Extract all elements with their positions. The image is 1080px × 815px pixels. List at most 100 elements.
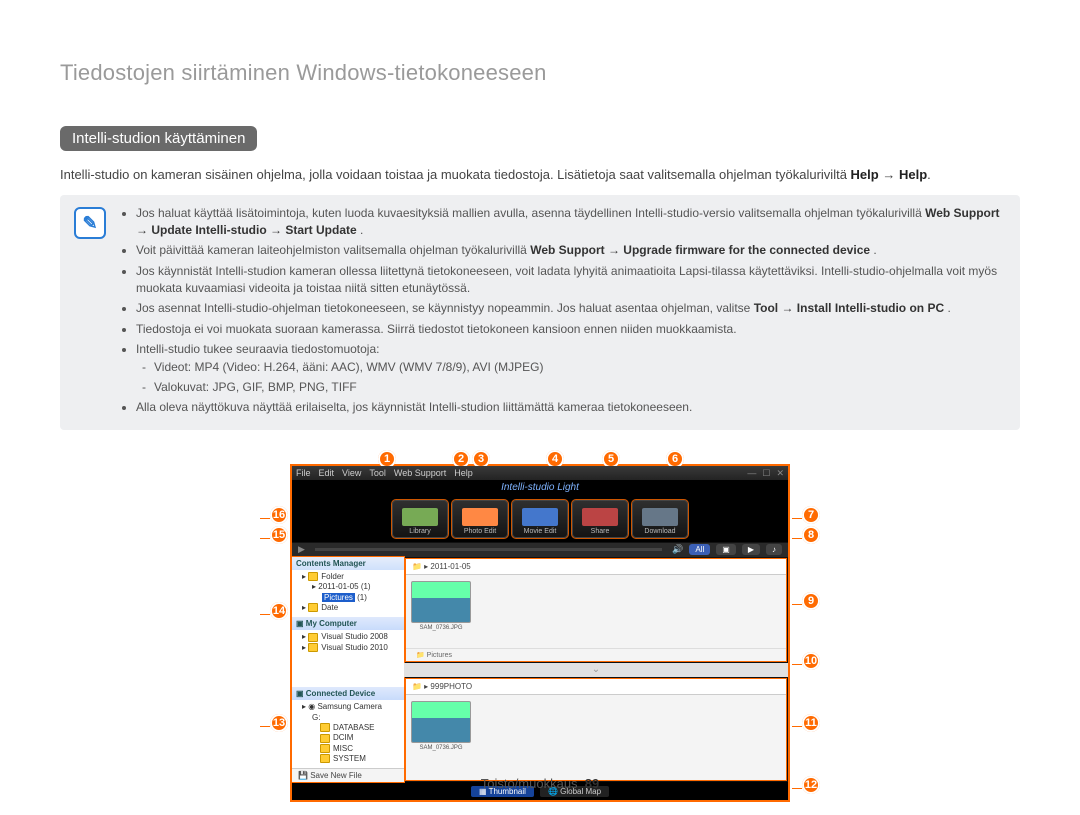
content-pane-top: 📁 ▸ 2011-01-05 SAM_0736.JPG 📁 Pictures xyxy=(406,559,786,661)
tree-vs2010[interactable]: ▸ Visual Studio 2010 xyxy=(302,643,400,653)
filter-audio-icon[interactable]: ♪ xyxy=(766,544,782,555)
tree-label: Folder xyxy=(321,572,344,581)
mode-share[interactable]: Share xyxy=(572,500,628,538)
callout-10: 10 xyxy=(802,652,820,670)
tree-folder-date[interactable]: ▸ 2011-01-05 (1) xyxy=(312,582,400,592)
filter-all[interactable]: All xyxy=(689,544,710,555)
annotated-screenshot: 1 2 3 4 5 6 16 15 14 13 File Edit View xyxy=(60,442,1020,803)
play-icon[interactable]: ▶ xyxy=(298,544,305,555)
thumbnail-card[interactable]: SAM_0736.JPG xyxy=(412,701,470,751)
note-box: ✎ Jos haluat käyttää lisätoimintoja, kut… xyxy=(60,195,1020,430)
note-bold: Web Support → Upgrade firmware for the c… xyxy=(530,243,870,257)
thumbnail-image xyxy=(411,581,471,623)
callout-9: 9 xyxy=(802,592,820,610)
tree-label: Visual Studio 2010 xyxy=(321,643,388,652)
tree-samsung-camera[interactable]: ▸ ◉ Samsung Camera xyxy=(302,702,400,712)
crumb-label: 2011-01-05 xyxy=(430,562,470,571)
content-body-top[interactable]: SAM_0736.JPG xyxy=(406,575,786,648)
minimize-icon[interactable]: — xyxy=(747,468,756,479)
callout-13: 13 xyxy=(270,714,288,732)
note-item: Intelli-studio tukee seuraavia tiedostom… xyxy=(136,341,1006,396)
app-brand: Intelli-studio Light xyxy=(292,480,788,496)
menu-file[interactable]: File xyxy=(296,468,311,478)
playback-bar[interactable]: ▶ 🔊 All ▣ ▶ ♪ xyxy=(292,542,788,557)
tree-system[interactable]: SYSTEM xyxy=(320,754,400,764)
intro-help-1: Help xyxy=(851,167,879,182)
note-sub-list: Videot: MP4 (Video: H.264, ääni: AAC), W… xyxy=(154,359,1006,397)
filter-movie-icon[interactable]: ▶ xyxy=(742,544,760,555)
close-icon[interactable]: ✕ xyxy=(776,468,784,479)
callout-8: 8 xyxy=(802,526,820,544)
mode-label: Library xyxy=(409,528,430,535)
tree-label: Pictures xyxy=(324,593,353,602)
menu-tool[interactable]: Tool xyxy=(369,468,386,478)
tree-misc[interactable]: MISC xyxy=(320,744,400,754)
note-text: . xyxy=(360,223,363,237)
thumbnail-label: SAM_0736.JPG xyxy=(419,745,462,751)
app-window: File Edit View Tool Web Support Help — ☐… xyxy=(290,464,790,803)
mode-library[interactable]: Library xyxy=(392,500,448,538)
intro-period: . xyxy=(927,167,931,182)
mode-label: Share xyxy=(591,528,610,535)
tree-label: 2011-01-05 xyxy=(318,582,358,591)
connected-device-header: ▣ Connected Device xyxy=(292,687,404,700)
note-item: Alla oleva näyttökuva näyttää erilaiselt… xyxy=(136,399,1006,416)
tree-label: SYSTEM xyxy=(333,754,366,763)
note-item: Jos käynnistät Intelli-studion kameran o… xyxy=(136,263,1006,298)
maximize-icon[interactable]: ☐ xyxy=(762,468,770,479)
note-text: Voit päivittää kameran laiteohjelmiston … xyxy=(136,243,530,257)
note-item: Tiedostoja ei voi muokata suoraan kamera… xyxy=(136,321,1006,338)
note-text: Jos käynnistät Intelli-studion kameran o… xyxy=(136,264,997,295)
note-text: Jos haluat käyttää lisätoimintoja, kuten… xyxy=(136,206,925,220)
filter-photo-icon[interactable]: ▣ xyxy=(716,544,736,555)
mode-label: Movie Edit xyxy=(524,528,557,535)
content-crumb-bottom: 📁 ▸ 999PHOTO xyxy=(406,679,786,695)
mode-photo-edit[interactable]: Photo Edit xyxy=(452,500,508,538)
menu-view[interactable]: View xyxy=(342,468,361,478)
mode-row: Library Photo Edit Movie Edit Share Down… xyxy=(292,496,788,542)
note-text: Tiedostoja ei voi muokata suoraan kamera… xyxy=(136,322,737,336)
callout-15: 15 xyxy=(270,526,288,544)
tree-dcim[interactable]: DCIM xyxy=(320,733,400,743)
crumb-label: 999PHOTO xyxy=(430,682,472,691)
left-callouts: 16 15 14 13 xyxy=(252,464,280,803)
content-crumb-top: 📁 ▸ 2011-01-05 xyxy=(406,559,786,575)
pane-divider[interactable]: ⌄ xyxy=(404,663,788,677)
mode-label: Photo Edit xyxy=(464,528,496,535)
menubar[interactable]: File Edit View Tool Web Support Help — ☐… xyxy=(292,466,788,480)
menu-help[interactable]: Help xyxy=(454,468,473,478)
tree-label: DCIM xyxy=(333,733,353,742)
content-sub-top: 📁 Pictures xyxy=(406,648,786,661)
mode-download[interactable]: Download xyxy=(632,500,688,538)
tree-date[interactable]: ▸ Date xyxy=(302,603,400,613)
progress-track[interactable] xyxy=(315,548,662,551)
callout-11: 11 xyxy=(802,714,820,732)
note-list: Jos haluat käyttää lisätoimintoja, kuten… xyxy=(118,205,1006,417)
tree-drive-g[interactable]: G: xyxy=(312,713,400,723)
breadcrumb-title: Tiedostojen siirtäminen Windows-tietokon… xyxy=(60,60,1020,86)
callout-14: 14 xyxy=(270,602,288,620)
volume-icon[interactable]: 🔊 xyxy=(672,544,683,555)
thumbnail-label: SAM_0736.JPG xyxy=(419,625,462,631)
contents-manager-header: Contents Manager xyxy=(292,557,404,570)
note-text: . xyxy=(947,301,950,315)
menu-web-support[interactable]: Web Support xyxy=(394,468,446,478)
callout-16: 16 xyxy=(270,506,288,524)
footer-page-number: 89 xyxy=(585,776,599,791)
my-computer-header[interactable]: ▣ My Computer xyxy=(292,617,404,630)
tree-vs2008[interactable]: ▸ Visual Studio 2008 xyxy=(302,632,400,642)
tree-folder[interactable]: ▸ Folder xyxy=(302,572,400,582)
content-body-bottom[interactable]: SAM_0736.JPG xyxy=(406,695,786,781)
mode-label: Download xyxy=(644,528,675,535)
menu-edit[interactable]: Edit xyxy=(319,468,335,478)
mode-movie-edit[interactable]: Movie Edit xyxy=(512,500,568,538)
tree-pictures[interactable]: Pictures (1) xyxy=(322,593,400,603)
note-sub-item: Videot: MP4 (Video: H.264, ääni: AAC), W… xyxy=(154,359,1006,376)
thumbnail-card[interactable]: SAM_0736.JPG xyxy=(412,581,470,631)
note-text: Jos asennat Intelli-studio-ohjelman tiet… xyxy=(136,301,754,315)
thumbnail-image xyxy=(411,701,471,743)
sidebar[interactable]: Contents Manager ▸ Folder ▸ 2011-01-05 (… xyxy=(292,557,404,783)
tree-label: MISC xyxy=(333,744,353,753)
note-bold: Tool → Install Intelli-studio on PC xyxy=(754,301,944,315)
tree-database[interactable]: DATABASE xyxy=(320,723,400,733)
